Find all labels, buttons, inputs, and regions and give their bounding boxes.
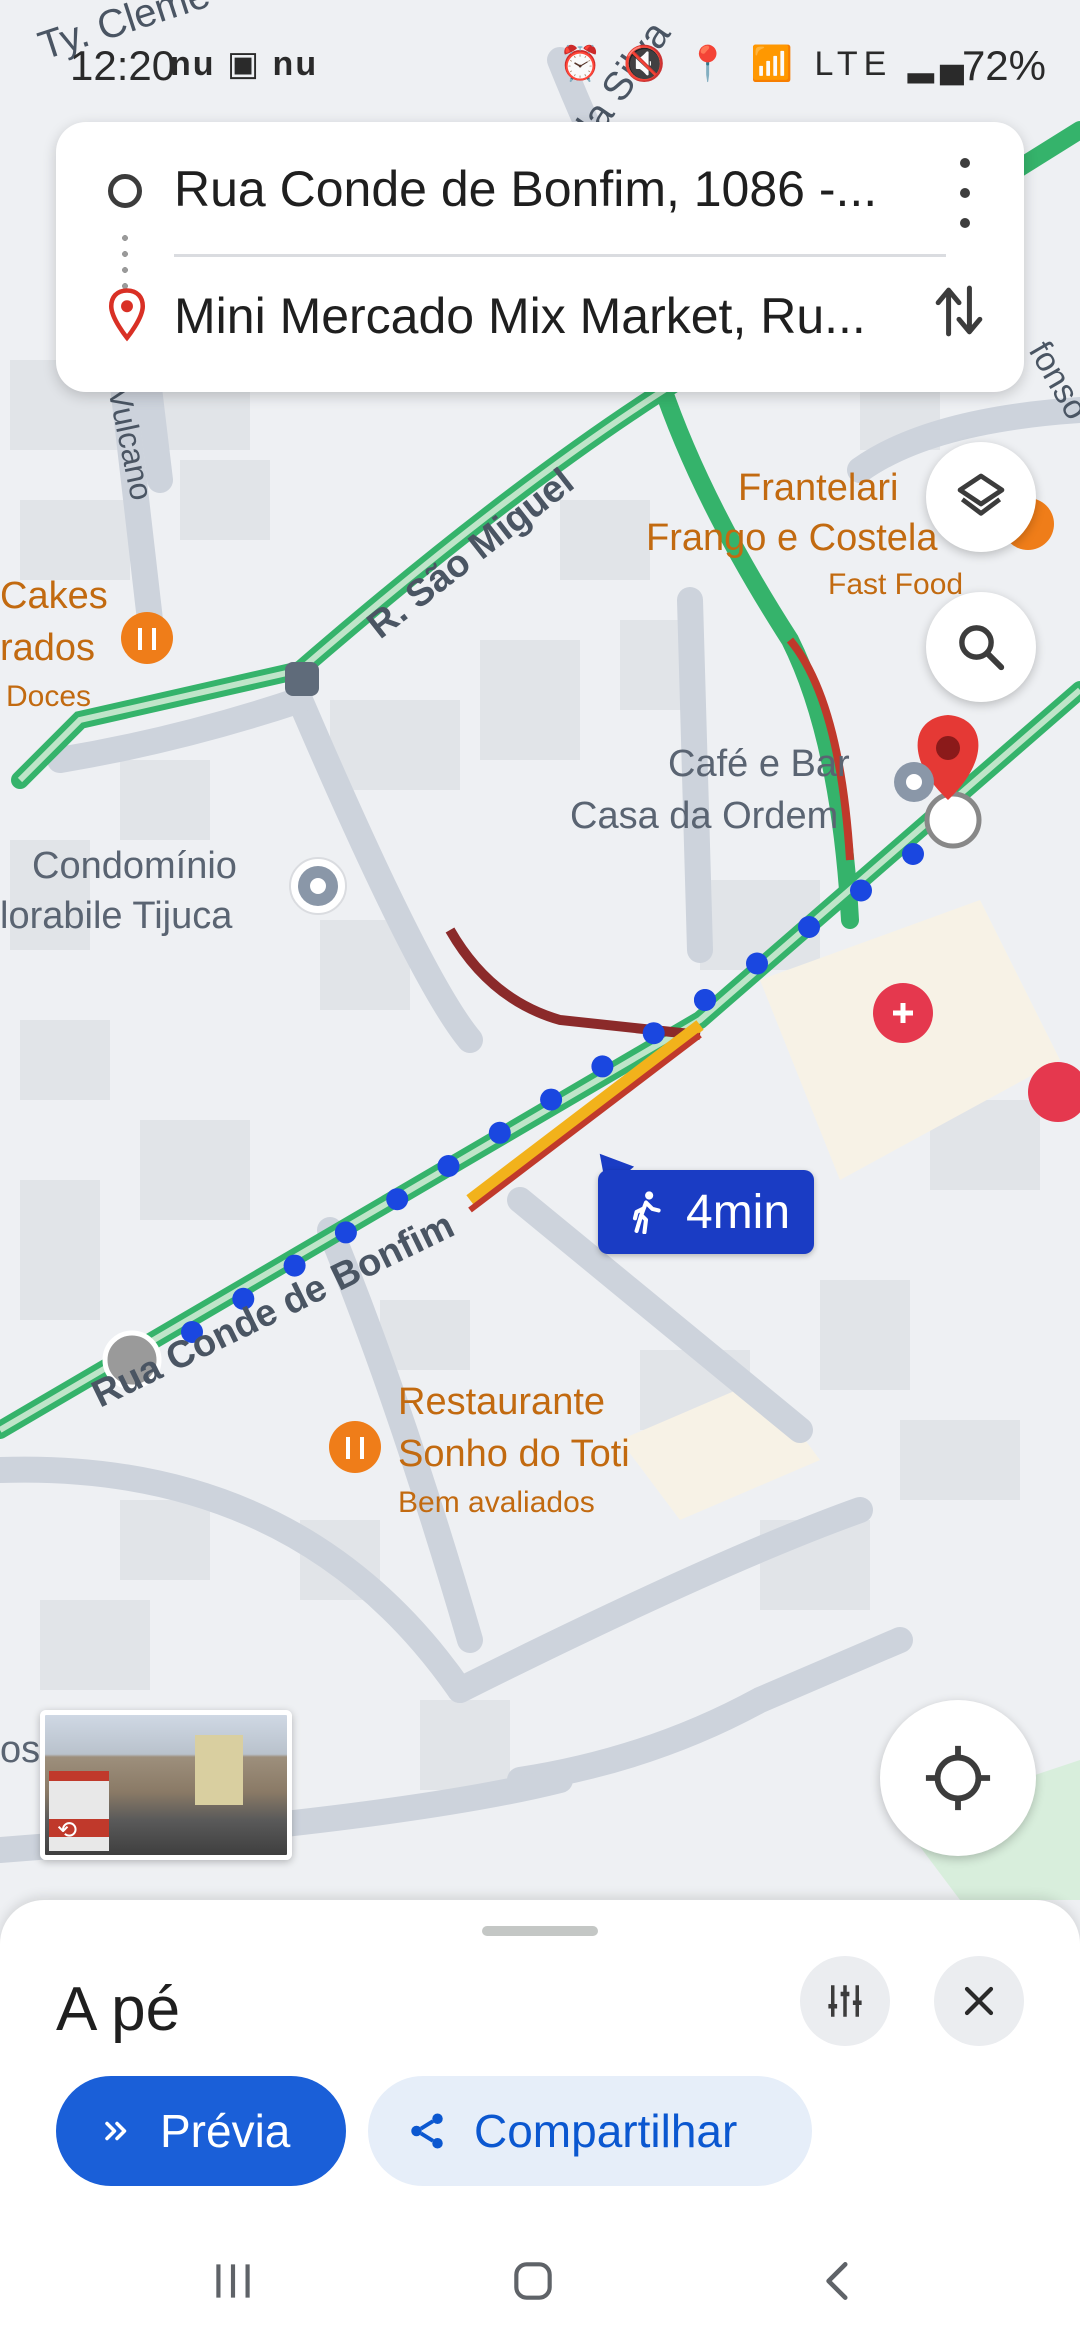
origin-field[interactable]: Rua Conde de Bonfim, 1086 -... — [174, 160, 944, 218]
walk-route-dot — [798, 916, 820, 938]
poi-restaurante-1: Restaurante — [398, 1381, 605, 1423]
share-label: Compartilhar — [474, 2105, 738, 2157]
poi-os-fragment: os — [0, 1729, 40, 1771]
sheet-drag-handle[interactable] — [482, 1926, 598, 1936]
rotate-360-icon: ⟲ — [57, 1817, 78, 1844]
poi-restaurante-2: Sonho do Toti — [398, 1433, 630, 1475]
walk-route-dot — [642, 1022, 665, 1045]
poi-condominio-1: Condomínio — [32, 845, 237, 887]
double-chevron-icon — [105, 2121, 127, 2141]
home-icon[interactable] — [508, 2256, 558, 2306]
walk-route-dot — [746, 952, 768, 975]
walk-route-dot — [694, 989, 716, 1011]
battery-level: 72% — [961, 42, 1046, 89]
poi-condominio-2: lorabile Tijuca — [0, 895, 233, 937]
share-button[interactable]: Compartilhar — [368, 2076, 812, 2186]
system-navigation-bar — [0, 2220, 1080, 2340]
poi-fast-food: Fast Food — [828, 568, 963, 601]
recent-apps-icon[interactable] — [208, 2256, 258, 2306]
status-bar: 12:20 nu ▣ nu ⏰ 🔇 📍 📶 LTE ▂▄ 72% — [0, 0, 1080, 120]
walking-person-icon — [632, 1191, 661, 1234]
preview-button[interactable]: Prévia — [56, 2076, 346, 2186]
preview-label: Prévia — [160, 2105, 291, 2157]
poi-cakes-2: rados — [0, 627, 95, 669]
walk-route-dot — [540, 1088, 563, 1111]
poi-cafe-1: Café e Bar — [668, 743, 850, 785]
walk-route-dot — [850, 879, 872, 902]
share-icon — [411, 2113, 443, 2149]
poi-frangolari-2: Frango e Costela — [646, 517, 938, 559]
destination-row[interactable]: Mini Mercado Mix Market, Ru... — [56, 257, 1024, 392]
walk-route-dot — [488, 1121, 511, 1144]
tune-icon — [828, 1985, 862, 2017]
status-time: 12:20 — [70, 42, 176, 89]
origin-row[interactable]: Rua Conde de Bonfim, 1086 -... — [56, 122, 1024, 257]
walk-route-dot — [386, 1188, 409, 1211]
layers-icon — [957, 473, 1005, 516]
poi-cafe-2: Casa da Ordem — [570, 795, 838, 837]
origin-circle-icon — [108, 174, 142, 208]
destination-field[interactable]: Mini Mercado Mix Market, Ru... — [174, 287, 944, 345]
poi-frangolari-1: Frantelari — [738, 467, 899, 509]
walk-route-dot — [591, 1055, 614, 1078]
poi-cakes-3: Doces — [6, 680, 91, 713]
notification-icons: nu ▣ nu — [170, 45, 319, 83]
street-view-building — [195, 1735, 243, 1805]
route-options-button[interactable] — [800, 1956, 890, 2046]
walk-route-dot — [334, 1221, 357, 1244]
walk-route-dot — [902, 843, 924, 865]
destination-pin-icon — [108, 288, 146, 342]
route-card: Rua Conde de Bonfim, 1086 -... Mini Merc… — [56, 122, 1024, 392]
close-icon — [964, 1986, 994, 2016]
travel-mode-title: A pé — [56, 1975, 181, 2044]
street-view-thumbnail[interactable]: ⟲ — [40, 1710, 292, 1860]
my-location-icon — [925, 1745, 991, 1811]
my-location-button[interactable] — [880, 1700, 1036, 1856]
close-directions-button[interactable] — [934, 1956, 1024, 2046]
walk-route-dot — [437, 1155, 460, 1177]
more-vert-icon[interactable] — [950, 158, 980, 228]
poi-cakes-1: Cakes — [0, 575, 108, 617]
search-along-route-button[interactable] — [926, 592, 1036, 702]
walk-time-label: 4min — [686, 1185, 791, 1239]
swap-vert-icon[interactable] — [934, 279, 984, 343]
system-icons: ⏰ 🔇 📍 📶 LTE ▂▄ — [559, 45, 970, 83]
walk-time-chip[interactable]: 4min — [598, 1170, 814, 1254]
layers-button[interactable] — [926, 442, 1036, 552]
search-icon — [959, 625, 1005, 671]
back-icon[interactable] — [814, 2256, 864, 2306]
poi-bem-avaliados: Bem avaliados — [398, 1486, 595, 1519]
